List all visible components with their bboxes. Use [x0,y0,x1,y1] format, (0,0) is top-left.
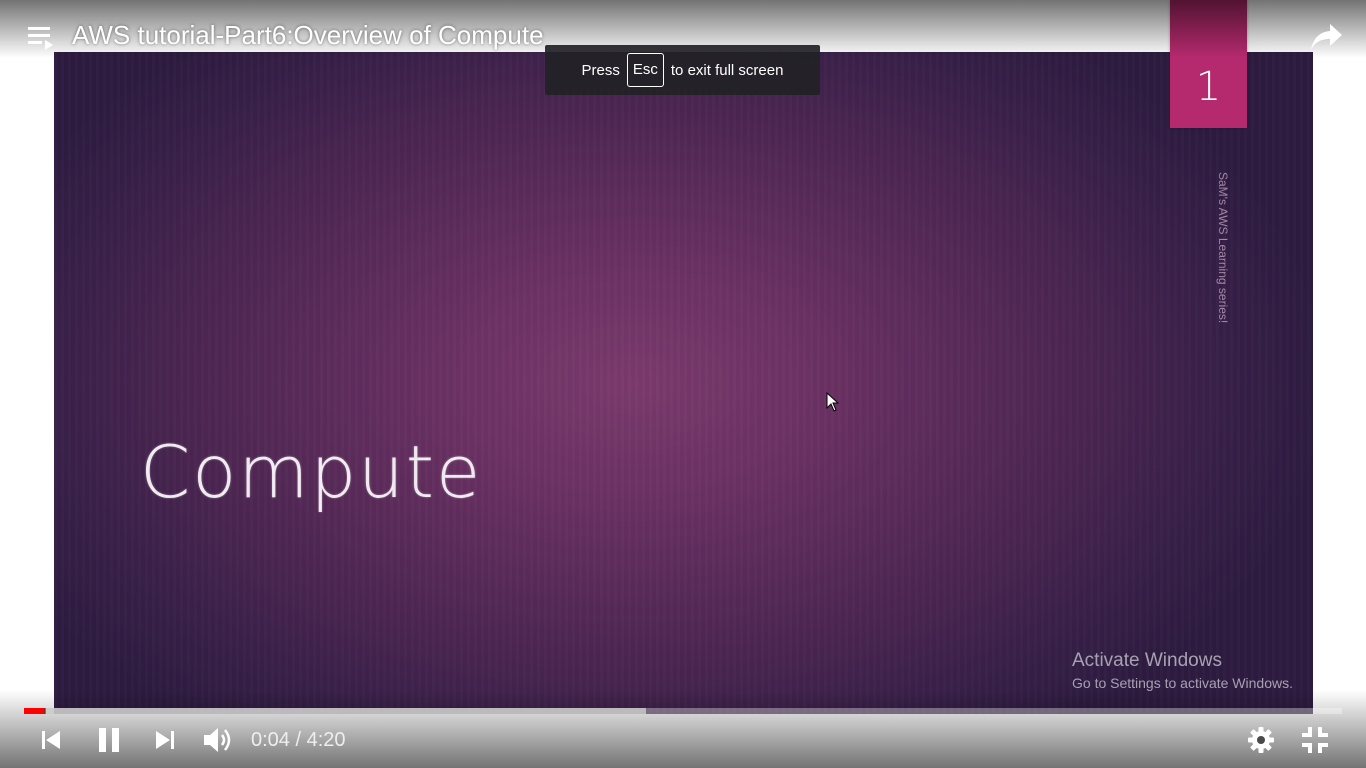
previous-button[interactable] [34,722,68,758]
video-frame[interactable]: Compute SaM's AWS Learning series! Activ… [54,52,1313,714]
notification-suffix: to exit full screen [670,61,784,79]
progress-played [24,708,46,714]
exit-fullscreen-button[interactable] [1298,722,1332,758]
activation-watermark: Activate Windows Go to Settings to activ… [1072,650,1293,694]
volume-button[interactable] [200,722,236,758]
gear-icon [1248,727,1274,753]
progress-bar[interactable] [24,708,1342,714]
playlist-icon[interactable] [28,27,56,51]
esc-key-hint: Esc [626,53,664,87]
exit-fullscreen-icon [1302,727,1328,753]
previous-icon [42,731,60,749]
duration: 4:20 [306,729,346,751]
next-icon [156,731,174,749]
watermark-title: Activate Windows [1072,650,1222,671]
progress-buffered [24,708,647,714]
share-icon[interactable] [1310,22,1344,52]
volume-icon [204,728,231,752]
next-button[interactable] [148,722,182,758]
fullscreen-notification: Press Esc to exit full screen [545,45,820,95]
slide-vertical-caption: SaM's AWS Learning series! [1216,172,1230,324]
slide-heading: Compute [140,430,483,514]
current-time: 0:04 [251,729,290,751]
video-title[interactable]: AWS tutorial-Part6:Overview of Compute [72,20,544,51]
pause-icon [99,728,119,752]
pause-button[interactable] [90,722,128,758]
mouse-cursor-icon [826,392,840,412]
notification-prefix: Press [581,61,620,79]
settings-button[interactable] [1244,722,1278,758]
time-display: 0:04 / 4:20 [251,729,346,752]
video-player[interactable]: Compute SaM's AWS Learning series! Activ… [0,0,1366,768]
progress-chapter-gap [44,708,46,714]
time-separator: / [295,729,302,751]
